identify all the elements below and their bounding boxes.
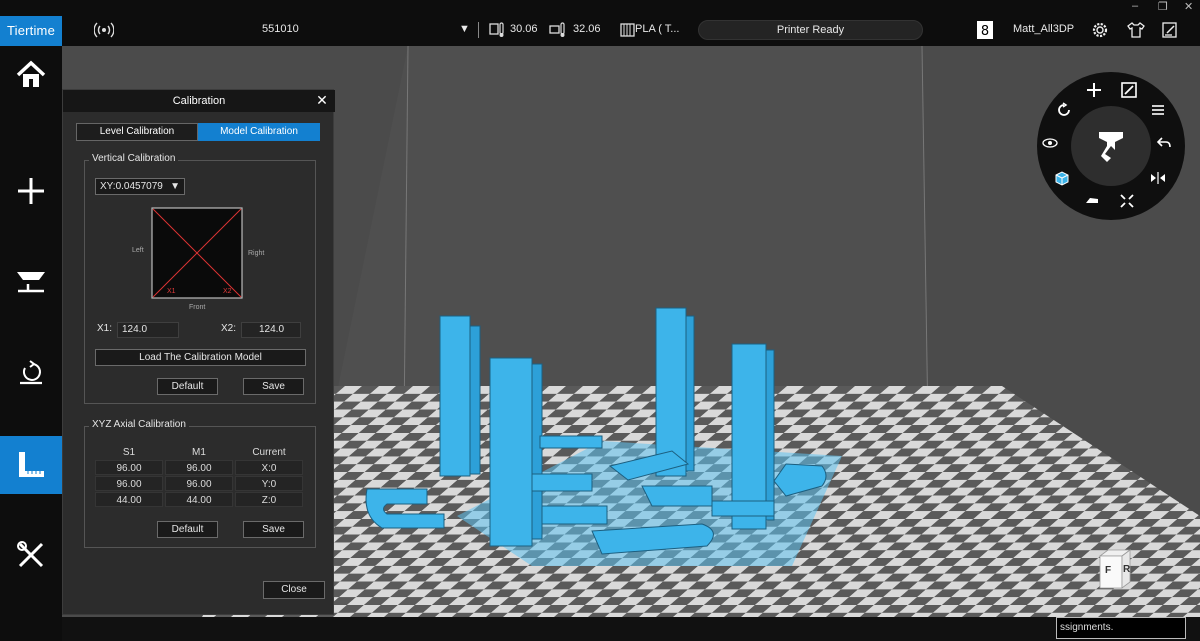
sidebar-item-add[interactable] bbox=[0, 162, 62, 220]
ruler-icon bbox=[19, 452, 44, 477]
xyz-current-z: Z:0 bbox=[235, 492, 303, 507]
shirt-skin-icon[interactable] bbox=[1126, 20, 1146, 40]
dialog-close-icon[interactable]: ✕ bbox=[315, 92, 329, 108]
xyz-current-y: Y:0 bbox=[235, 476, 303, 491]
xyz-m1-y[interactable]: 96.00 bbox=[165, 476, 233, 491]
view-cube-right[interactable]: R bbox=[1123, 564, 1130, 575]
view-cube[interactable]: F R bbox=[1094, 548, 1134, 590]
diagram-x1-tag: X1 bbox=[167, 288, 176, 295]
diagram-x2-tag: X2 bbox=[223, 288, 232, 295]
diagram-front-label: Front bbox=[189, 304, 206, 311]
printer-name: 551010 bbox=[262, 23, 299, 35]
tool-wheel-hub[interactable] bbox=[1071, 106, 1151, 186]
sidebar-item-home[interactable] bbox=[0, 46, 62, 104]
material-value[interactable]: PLA ( T... bbox=[635, 23, 679, 35]
sidebar-item-reset[interactable] bbox=[0, 344, 62, 402]
visibility-eye-icon[interactable] bbox=[1042, 135, 1058, 151]
plus-icon bbox=[18, 178, 44, 204]
x1-label: X1: bbox=[97, 323, 113, 334]
divider bbox=[478, 22, 479, 38]
cube-view-icon[interactable] bbox=[1054, 170, 1070, 186]
xyz-header-m1: M1 bbox=[192, 447, 206, 458]
home-icon bbox=[16, 60, 46, 87]
dialog-title: Calibration bbox=[63, 90, 335, 112]
tools-icon bbox=[17, 541, 44, 568]
svg-text:8: 8 bbox=[981, 24, 989, 39]
xy-calibration-value: XY:0.0457079 bbox=[100, 181, 163, 192]
x1-input[interactable]: 124.0 bbox=[117, 322, 179, 338]
printer-dropdown-arrow-icon[interactable]: ▼ bbox=[459, 23, 470, 35]
nozzle-tool-icon bbox=[1099, 132, 1123, 162]
view-cube-front[interactable]: F bbox=[1105, 565, 1111, 576]
close-dialog-button[interactable]: Close bbox=[263, 581, 325, 599]
vertical-default-button[interactable]: Default bbox=[157, 378, 218, 395]
wifi-icon[interactable] bbox=[94, 20, 114, 40]
xyz-calibration-label: XYZ Axial Calibration bbox=[89, 419, 189, 430]
brand-logo: Tiertime bbox=[0, 16, 62, 46]
xyz-m1-x[interactable]: 96.00 bbox=[165, 460, 233, 475]
tab-level-calibration[interactable]: Level Calibration bbox=[76, 123, 198, 141]
sidebar-item-calibration[interactable] bbox=[0, 436, 62, 494]
xyz-s1-z[interactable]: 44.00 bbox=[95, 492, 163, 507]
filament-counter-icon: 8 bbox=[977, 21, 993, 39]
xyz-current-x: X:0 bbox=[235, 460, 303, 475]
printer-status: Printer Ready bbox=[698, 20, 923, 40]
vertical-save-button[interactable]: Save bbox=[243, 378, 304, 395]
scale-icon[interactable] bbox=[1121, 82, 1137, 98]
support-icon[interactable] bbox=[1084, 193, 1100, 209]
print-icon bbox=[17, 272, 45, 293]
diagram-right-label: Right bbox=[248, 250, 265, 257]
mirror-icon[interactable] bbox=[1150, 170, 1166, 186]
chevron-down-icon: ▼ bbox=[170, 181, 180, 192]
bed-temp-icon bbox=[549, 22, 565, 37]
move-icon[interactable] bbox=[1086, 82, 1102, 98]
xyz-m1-z[interactable]: 44.00 bbox=[165, 492, 233, 507]
bed-temp-value: 32.06 bbox=[573, 23, 601, 35]
rotate-icon[interactable] bbox=[1056, 102, 1072, 118]
calibration-dialog: Calibration ✕ Level Calibration Model Ca… bbox=[62, 89, 335, 615]
x2-input[interactable]: 124.0 bbox=[241, 322, 301, 338]
edit-document-icon[interactable] bbox=[1160, 20, 1180, 40]
bottom-status-bar bbox=[62, 617, 1200, 641]
xyz-s1-y[interactable]: 96.00 bbox=[95, 476, 163, 491]
xyz-header-current: Current bbox=[252, 447, 286, 458]
user-name[interactable]: Matt_All3DP bbox=[1013, 23, 1074, 35]
diagram-left-label: Left bbox=[132, 247, 144, 254]
undo-icon[interactable] bbox=[1156, 135, 1172, 151]
minimize-button[interactable]: – bbox=[1132, 0, 1138, 12]
vertical-calibration-label: Vertical Calibration bbox=[89, 153, 179, 164]
xyz-save-button[interactable]: Save bbox=[243, 521, 304, 538]
auto-layout-icon[interactable] bbox=[1119, 193, 1135, 209]
settings-gear-icon[interactable] bbox=[1090, 20, 1110, 40]
xyz-s1-x[interactable]: 96.00 bbox=[95, 460, 163, 475]
calibration-diagram bbox=[151, 207, 243, 299]
sidebar-item-tools[interactable] bbox=[0, 526, 62, 584]
maximize-button[interactable]: ❐ bbox=[1158, 0, 1168, 13]
close-window-button[interactable]: ✕ bbox=[1184, 0, 1193, 13]
nozzle-temp-value: 30.06 bbox=[510, 23, 538, 35]
xyz-default-button[interactable]: Default bbox=[157, 521, 218, 538]
tab-model-calibration[interactable]: Model Calibration bbox=[198, 123, 320, 141]
xyz-header-s1: S1 bbox=[122, 447, 136, 458]
assignments-text: ssignments. bbox=[1056, 617, 1186, 639]
xy-calibration-select[interactable]: XY:0.0457079 ▼ bbox=[95, 178, 185, 195]
reset-icon bbox=[20, 360, 42, 385]
left-sidebar bbox=[0, 46, 62, 641]
nozzle-temp-icon bbox=[489, 22, 504, 37]
sidebar-item-print[interactable] bbox=[0, 254, 62, 312]
load-calibration-model-button[interactable]: Load The Calibration Model bbox=[95, 349, 306, 366]
x2-label: X2: bbox=[221, 323, 237, 334]
layer-list-icon[interactable] bbox=[1150, 102, 1166, 118]
